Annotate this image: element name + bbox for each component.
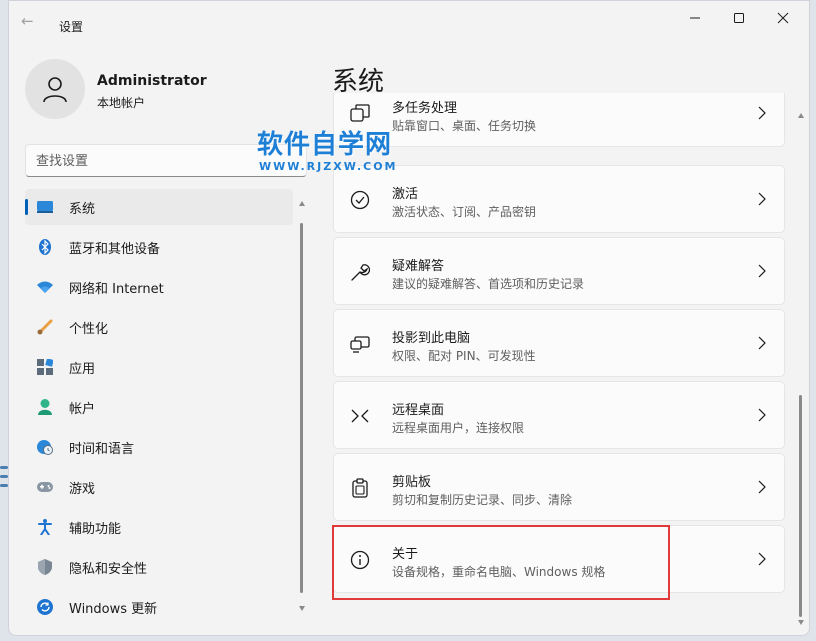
sidebar-item-label: 帐户: [69, 401, 96, 417]
sidebar-item-network[interactable]: 网络和 Internet: [25, 269, 293, 305]
card-title: 剪贴板: [392, 475, 432, 490]
sidebar-item-accounts[interactable]: 帐户: [25, 389, 293, 425]
card-troubleshoot[interactable]: 疑难解答 建议的疑难解答、首选项和历史记录: [333, 237, 785, 305]
sidebar-item-label: 个性化: [69, 321, 109, 337]
clipboard-icon: [350, 478, 370, 498]
remote-desktop-icon: [350, 406, 370, 426]
user-name: Administrator: [97, 73, 207, 89]
sidebar-item-label: 蓝牙和其他设备: [69, 241, 161, 257]
card-title: 关于: [392, 547, 419, 562]
sidebar-nav: 系统 蓝牙和其他设备 网络和 Internet 个性化 应用 帐户 时间和语言 …: [25, 189, 293, 629]
wrench-icon: [350, 262, 370, 282]
multitasking-icon: [350, 104, 370, 124]
scroll-down-arrow-icon[interactable]: [299, 606, 305, 611]
scroll-up-arrow-icon[interactable]: [299, 201, 305, 206]
main-scrollbar[interactable]: [797, 113, 805, 625]
account-type: 本地帐户: [97, 96, 146, 110]
check-circle-icon: [350, 190, 370, 210]
card-remote-desktop[interactable]: 远程桌面 远程桌面用户，连接权限: [333, 381, 785, 449]
card-about[interactable]: 关于 设备规格，重命名电脑、Windows 规格: [333, 525, 785, 593]
card-subtitle: 剪切和复制历史记录、同步、清除: [392, 493, 573, 507]
sidebar-item-accessibility[interactable]: 辅助功能: [25, 509, 293, 545]
scroll-down-arrow-icon[interactable]: [798, 620, 804, 625]
chevron-right-icon: [758, 408, 766, 422]
chevron-right-icon: [758, 106, 766, 120]
sidebar-item-time-language[interactable]: 时间和语言: [25, 429, 293, 465]
sidebar-item-label: 网络和 Internet: [69, 281, 164, 297]
sidebar-item-bluetooth[interactable]: 蓝牙和其他设备: [25, 229, 293, 265]
watermark-url: WWW.RJZXW.COM: [259, 160, 398, 173]
chevron-right-icon: [758, 336, 766, 350]
minimize-icon: [690, 17, 700, 19]
search-input[interactable]: [36, 151, 286, 171]
person-avatar-icon: [43, 77, 67, 103]
info-icon: [350, 550, 370, 570]
sidebar-scrollbar[interactable]: [299, 201, 305, 611]
desktop-edge: [0, 460, 8, 520]
person-icon: [37, 399, 53, 415]
close-icon: [777, 12, 789, 24]
card-title: 激活: [392, 187, 419, 202]
window-title: 设置: [59, 20, 84, 34]
chevron-right-icon: [758, 480, 766, 494]
system-icon: [37, 199, 53, 215]
update-icon: [37, 599, 53, 615]
card-project-to-pc[interactable]: 投影到此电脑 权限、配对 PIN、可发现性: [333, 309, 785, 377]
sidebar-item-label: 系统: [69, 201, 96, 217]
sidebar-item-apps[interactable]: 应用: [25, 349, 293, 385]
settings-window: ← 设置 Administrator 本地帐户 系统: [8, 0, 810, 636]
back-button[interactable]: ←: [21, 13, 41, 29]
scrollbar-thumb[interactable]: [300, 223, 303, 593]
chevron-right-icon: [758, 192, 766, 206]
sidebar-item-windows-update[interactable]: Windows 更新: [25, 589, 293, 625]
bluetooth-icon: [37, 239, 53, 255]
watermark: 软件自学网 WWW.RJZXW.COM: [257, 130, 417, 180]
wifi-icon: [37, 279, 53, 295]
globe-clock-icon: [37, 439, 53, 455]
maximize-button[interactable]: [717, 7, 761, 29]
sidebar-item-privacy[interactable]: 隐私和安全性: [25, 549, 293, 585]
avatar[interactable]: [25, 59, 85, 119]
card-subtitle: 权限、配对 PIN、可发现性: [392, 349, 536, 363]
card-title: 疑难解答: [392, 259, 445, 274]
card-title: 远程桌面: [392, 403, 445, 418]
gamepad-icon: [37, 479, 53, 495]
chevron-right-icon: [758, 552, 766, 566]
projection-icon: [350, 334, 370, 354]
watermark-title: 软件自学网: [257, 130, 393, 160]
sidebar-item-label: 隐私和安全性: [69, 561, 148, 577]
title-bar: ← 设置: [9, 1, 809, 41]
minimize-button[interactable]: [673, 7, 717, 29]
sidebar-item-label: 应用: [69, 361, 96, 377]
card-clipboard[interactable]: 剪贴板 剪切和复制历史记录、同步、清除: [333, 453, 785, 521]
card-subtitle: 远程桌面用户，连接权限: [392, 421, 525, 435]
card-title: 投影到此电脑: [392, 331, 471, 346]
card-subtitle: 激活状态、订阅、产品密钥: [392, 205, 537, 219]
scroll-up-arrow-icon[interactable]: [798, 113, 804, 118]
apps-icon: [37, 359, 53, 375]
sidebar-item-gaming[interactable]: 游戏: [25, 469, 293, 505]
scrollbar-thumb[interactable]: [799, 395, 802, 617]
card-subtitle: 设备规格，重命名电脑、Windows 规格: [392, 565, 606, 579]
sidebar-item-system[interactable]: 系统: [25, 189, 293, 225]
brush-icon: [37, 319, 53, 335]
accessibility-icon: [37, 519, 53, 535]
card-subtitle: 建议的疑难解答、首选项和历史记录: [392, 277, 585, 291]
chevron-right-icon: [758, 264, 766, 278]
sidebar-item-label: 辅助功能: [69, 521, 122, 537]
sidebar-item-label: Windows 更新: [69, 601, 158, 617]
shield-icon: [37, 559, 53, 575]
maximize-icon: [734, 13, 744, 23]
sidebar-item-personalization[interactable]: 个性化: [25, 309, 293, 345]
sidebar-item-label: 游戏: [69, 481, 96, 497]
close-button[interactable]: [761, 7, 805, 29]
card-title: 多任务处理: [392, 101, 458, 116]
sidebar-item-label: 时间和语言: [69, 441, 135, 457]
